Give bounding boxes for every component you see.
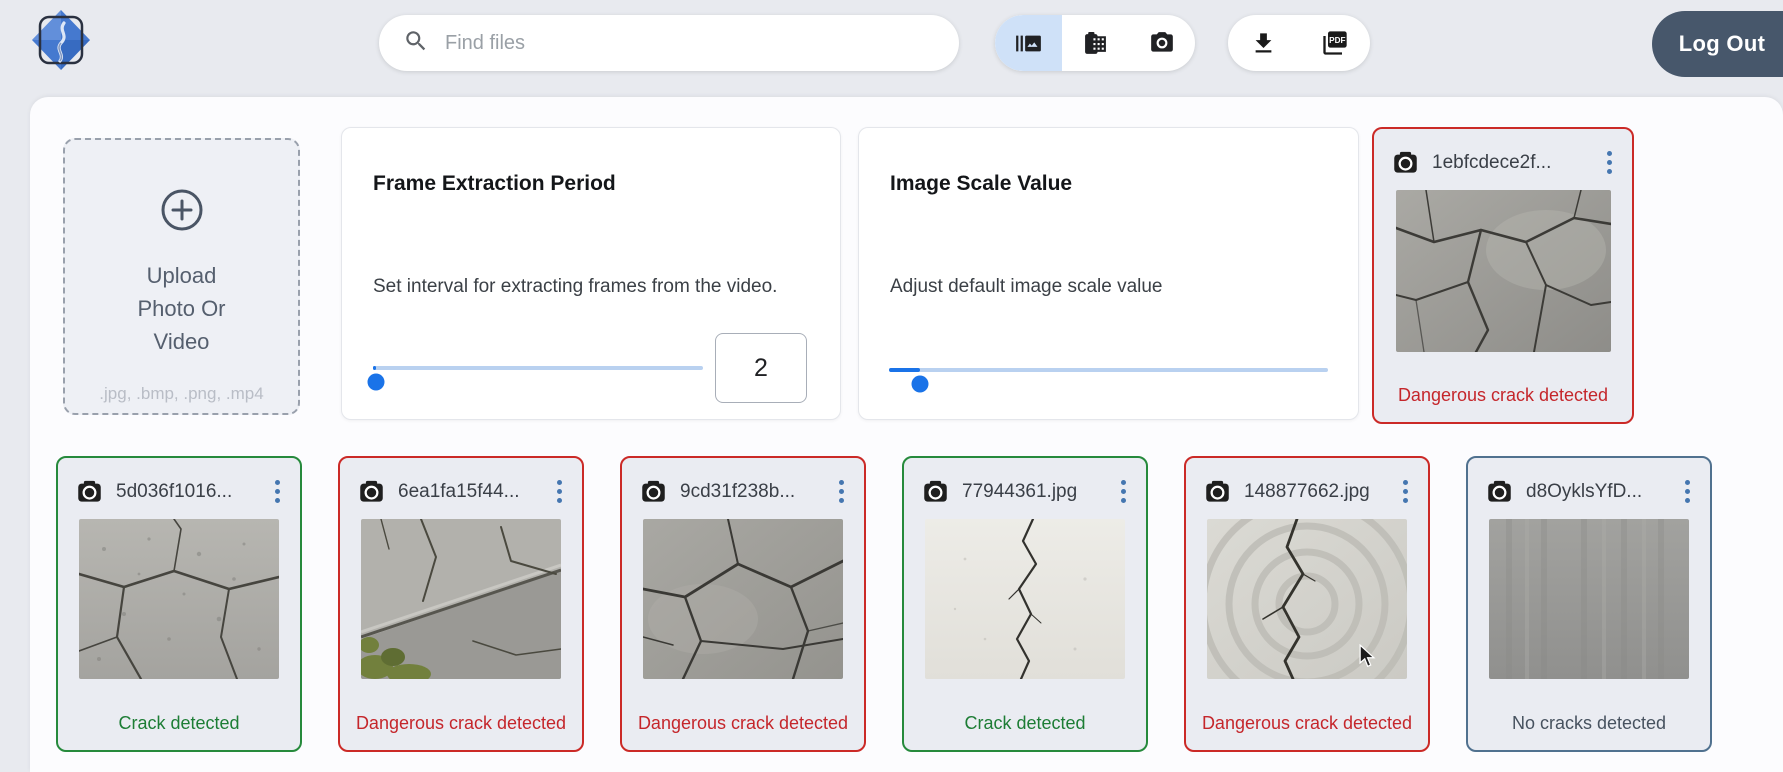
file-card[interactable]: 77944361.jpg Crack detected: [902, 456, 1148, 752]
status-label: Dangerous crack detected: [340, 713, 582, 734]
status-label: Crack detected: [58, 713, 300, 734]
slider-fill: [373, 366, 376, 370]
card-description: Adjust default image scale value: [890, 276, 1163, 298]
film-roll-view-button[interactable]: [1062, 15, 1129, 71]
slider-thumb[interactable]: [911, 376, 928, 393]
search-input[interactable]: [445, 32, 935, 55]
camera-icon: [1204, 478, 1231, 505]
file-name: d8OyklsYfD...: [1526, 481, 1666, 503]
file-card[interactable]: 148877662.jpg Dangerous crack detected: [1184, 456, 1430, 752]
file-name: 148877662.jpg: [1244, 481, 1384, 503]
slider-thumb[interactable]: [368, 374, 385, 391]
image-scale-card: Image Scale Value Adjust default image s…: [858, 127, 1359, 420]
image-scale-slider[interactable]: [889, 368, 1328, 372]
file-name: 9cd31f238b...: [680, 481, 820, 503]
slider-fill: [889, 368, 920, 372]
image-thumbnail[interactable]: [361, 519, 561, 679]
film-roll-icon: [1083, 31, 1108, 56]
logout-button[interactable]: Log Out: [1652, 11, 1783, 77]
kebab-menu-icon[interactable]: [1397, 478, 1414, 505]
status-label: Dangerous crack detected: [1374, 385, 1632, 406]
burst-mode-icon: [1015, 30, 1042, 57]
camera-icon: [922, 478, 949, 505]
view-toggle-group: [995, 15, 1195, 71]
kebab-menu-icon[interactable]: [551, 478, 568, 505]
mouse-cursor: [1356, 644, 1378, 673]
status-label: No cracks detected: [1468, 713, 1710, 734]
upload-plus-icon: [160, 188, 204, 237]
pdf-export-icon: PDF: [1321, 29, 1349, 57]
status-label: Dangerous crack detected: [622, 713, 864, 734]
image-thumbnail[interactable]: [79, 519, 279, 679]
camera-view-button[interactable]: [1128, 15, 1195, 71]
image-thumbnail[interactable]: [925, 519, 1125, 679]
file-name: 77944361.jpg: [962, 481, 1102, 503]
status-label: Dangerous crack detected: [1186, 713, 1428, 734]
card-title: Frame Extraction Period: [373, 172, 616, 196]
export-group: PDF: [1228, 15, 1370, 71]
kebab-menu-icon[interactable]: [269, 478, 286, 505]
kebab-menu-icon[interactable]: [1679, 478, 1696, 505]
camera-icon: [1149, 30, 1175, 56]
camera-icon: [358, 478, 385, 505]
upload-card[interactable]: Upload Photo Or Video .jpg, .bmp, .png, …: [63, 138, 300, 415]
frame-extraction-card: Frame Extraction Period Set interval for…: [341, 127, 841, 420]
image-thumbnail[interactable]: [643, 519, 843, 679]
download-button[interactable]: [1228, 15, 1299, 71]
camera-icon: [640, 478, 667, 505]
file-name: 1ebfcdece2f...: [1432, 152, 1588, 174]
kebab-menu-icon[interactable]: [833, 478, 850, 505]
file-card[interactable]: 6ea1fa15f44... Dangerous crack detected: [338, 456, 584, 752]
kebab-menu-icon[interactable]: [1115, 478, 1132, 505]
file-name: 5d036f1016...: [116, 481, 256, 503]
file-card[interactable]: 5d036f1016... Crack detected: [56, 456, 302, 752]
search-bar[interactable]: [379, 15, 959, 71]
file-card[interactable]: 9cd31f238b... Dangerous crack detected: [620, 456, 866, 752]
status-label: Crack detected: [904, 713, 1146, 734]
upload-formats-hint: .jpg, .bmp, .png, .mp4: [65, 384, 298, 404]
upload-label: Upload Photo Or Video: [137, 259, 225, 358]
image-thumbnail[interactable]: [1396, 190, 1611, 352]
card-description: Set interval for extracting frames from …: [373, 276, 777, 298]
search-icon: [403, 28, 429, 59]
camera-icon: [1486, 478, 1513, 505]
image-thumbnail[interactable]: [1489, 519, 1689, 679]
camera-icon: [76, 478, 103, 505]
download-icon: [1250, 30, 1277, 57]
svg-text:PDF: PDF: [1329, 36, 1345, 45]
pdf-export-button[interactable]: PDF: [1299, 15, 1370, 71]
camera-icon: [1392, 149, 1419, 176]
frame-interval-input[interactable]: [715, 333, 807, 403]
app-logo-icon[interactable]: [30, 8, 92, 72]
frame-interval-slider[interactable]: [373, 366, 703, 370]
file-card[interactable]: d8OyklsYfD... No cracks detected: [1466, 456, 1712, 752]
card-title: Image Scale Value: [890, 172, 1072, 196]
file-card[interactable]: 1ebfcdece2f... Dangerous crack detected: [1372, 127, 1634, 424]
file-name: 6ea1fa15f44...: [398, 481, 538, 503]
burst-mode-view-button[interactable]: [995, 15, 1062, 71]
kebab-menu-icon[interactable]: [1601, 149, 1618, 176]
